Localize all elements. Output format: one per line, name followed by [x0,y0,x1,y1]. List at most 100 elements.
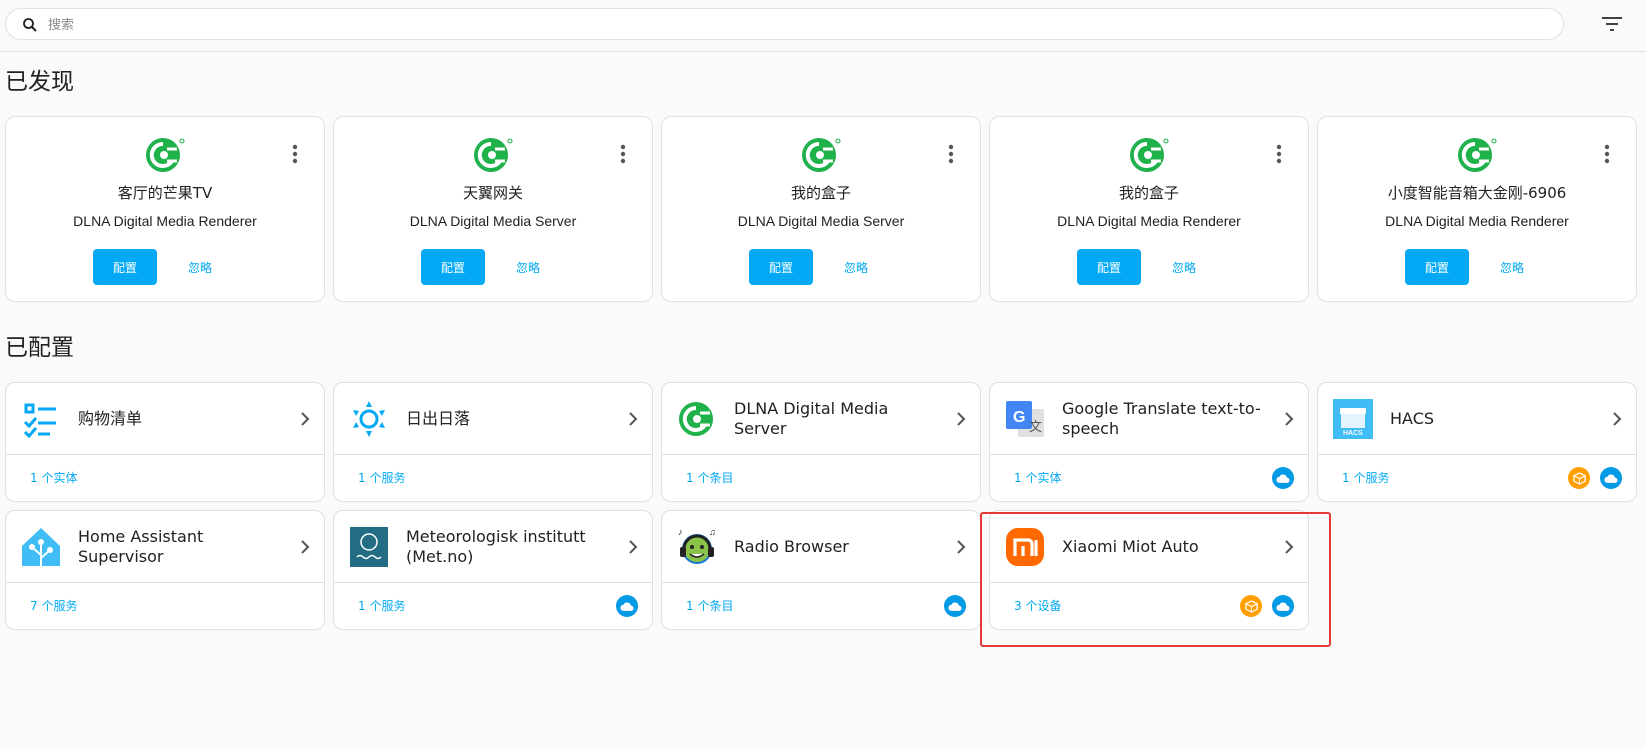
cloud-badge [1272,595,1294,617]
configure-button[interactable]: 配置 [1077,249,1141,285]
chevron-right-icon [301,540,310,554]
cloud-badge [944,595,966,617]
integration-entries-link[interactable]: 1 个实体 [1014,469,1061,486]
integration-header[interactable]: ♪ ♫ Radio Browser [662,511,980,583]
dlna-logo-icon [1458,138,1497,172]
integration-header[interactable]: 日出日落 [334,383,652,455]
ignore-button[interactable]: 忽略 [1154,249,1214,285]
ignore-button[interactable]: 忽略 [1482,249,1542,285]
chevron-right-icon [301,412,310,426]
integration-entries-link[interactable]: 1 个实体 [30,469,77,486]
integration-entries-link[interactable]: 1 个条目 [686,597,733,614]
integration-header[interactable]: G文 Google Translate text-to-speech [990,383,1308,455]
integration-header[interactable]: Home Assistant Supervisor [6,511,324,583]
integration-name: Meteorologisk institutt (Met.no) [406,527,586,566]
chevron-right-icon [629,540,638,554]
search-icon [23,18,37,32]
svg-text:G: G [1013,409,1025,426]
top-bar [0,0,1646,52]
integration-name: 购物清单 [78,409,143,428]
discovered-card: 我的盒子 DLNA Digital Media Renderer 配置 忽略 [989,116,1309,302]
integration-name: Xiaomi Miot Auto [1062,537,1199,556]
search-input[interactable] [48,15,1548,35]
discovered-subtitle: DLNA Digital Media Renderer [73,213,257,229]
integration-entries-link[interactable]: 1 个服务 [1342,469,1389,486]
discovered-card: 我的盒子 DLNA Digital Media Server 配置 忽略 [661,116,981,302]
integration-card: Home Assistant Supervisor 7 个服务 [5,510,325,630]
met-no-icon [348,527,390,567]
checklist-icon [20,399,62,439]
dlna-logo-icon [146,138,185,172]
integration-entries-link[interactable]: 7 个服务 [30,597,77,614]
ignore-button[interactable]: 忽略 [826,249,886,285]
discovered-name: 我的盒子 [1118,184,1179,202]
search-box[interactable] [5,8,1564,40]
dlna-logo-icon [1130,138,1169,172]
custom-integration-badge [1240,595,1262,617]
xiaomi-icon [1004,527,1046,567]
filter-icon [1602,17,1622,31]
discovered-card: 客厅的芒果TV DLNA Digital Media Renderer 配置 忽… [5,116,325,302]
integration-name: Google Translate text-to-speech [1062,399,1261,438]
configure-button[interactable]: 配置 [93,249,157,285]
chevron-right-icon [1285,540,1294,554]
integration-entries-link[interactable]: 1 个条目 [686,469,733,486]
discovered-subtitle: DLNA Digital Media Renderer [1385,213,1569,229]
integration-entries-link[interactable]: 1 个服务 [358,597,405,614]
discovered-name: 我的盒子 [790,184,851,202]
svg-text:HACS: HACS [1343,430,1363,437]
integration-card: DLNA Digital Media Server 1 个条目 [661,382,981,502]
integration-header[interactable]: HACS HACS [1318,383,1636,455]
configure-button[interactable]: 配置 [421,249,485,285]
integration-card: G文 Google Translate text-to-speech 1 个实体 [989,382,1309,502]
discovered-subtitle: DLNA Digital Media Server [737,213,905,229]
radio-browser-icon: ♪ ♫ [676,527,718,567]
integration-card: Meteorologisk institutt (Met.no) 1 个服务 [333,510,653,630]
discovered-heading: 已发现 [5,69,74,95]
discovered-name: 客厅的芒果TV [117,184,213,202]
cloud-icon [1276,473,1290,483]
more-vert-icon[interactable] [946,143,956,165]
chevron-right-icon [957,412,966,426]
svg-text:♫: ♫ [709,527,716,537]
integration-name: Home Assistant Supervisor [78,527,204,566]
more-vert-icon[interactable] [1274,143,1284,165]
integration-header[interactable]: Meteorologisk institutt (Met.no) [334,511,652,583]
integration-card: HACS HACS 1 个服务 [1317,382,1637,502]
cloud-icon [620,601,634,611]
more-vert-icon[interactable] [618,143,628,165]
cloud-badge [1600,467,1622,489]
dlna-logo-icon [676,399,718,439]
configure-button[interactable]: 配置 [749,249,813,285]
configure-button[interactable]: 配置 [1405,249,1469,285]
integration-card: ♪ ♫ Radio Browser 1 个条目 [661,510,981,630]
custom-integration-badge [1568,467,1590,489]
cloud-icon [1604,473,1618,483]
hacs-icon: HACS [1332,399,1374,439]
chevron-right-icon [1613,412,1622,426]
home-assistant-icon [20,527,62,567]
integration-entries-link[interactable]: 1 个服务 [358,469,405,486]
cloud-badge [1272,467,1294,489]
ignore-button[interactable]: 忽略 [498,249,558,285]
integration-header[interactable]: DLNA Digital Media Server [662,383,980,455]
chevron-right-icon [1285,412,1294,426]
filter-button[interactable] [1596,10,1628,38]
dlna-logo-icon [802,138,841,172]
chevron-right-icon [957,540,966,554]
integration-card: 日出日落 1 个服务 [333,382,653,502]
discovered-card: 小度智能音箱大金刚-6906 DLNA Digital Media Render… [1317,116,1637,302]
integration-header[interactable]: 购物清单 [6,383,324,455]
integration-card: Xiaomi Miot Auto 3 个设备 [989,510,1309,630]
dlna-logo-icon [474,138,513,172]
more-vert-icon[interactable] [1602,143,1612,165]
integration-entries-link[interactable]: 3 个设备 [1014,597,1061,614]
discovered-subtitle: DLNA Digital Media Renderer [1057,213,1241,229]
ignore-button[interactable]: 忽略 [170,249,230,285]
discovered-name: 天翼网关 [462,184,523,202]
integration-name: Radio Browser [734,537,849,556]
integration-name: 日出日落 [406,409,471,428]
more-vert-icon[interactable] [290,143,300,165]
integration-name: DLNA Digital Media Server [734,399,889,438]
integration-header[interactable]: Xiaomi Miot Auto [990,511,1308,583]
